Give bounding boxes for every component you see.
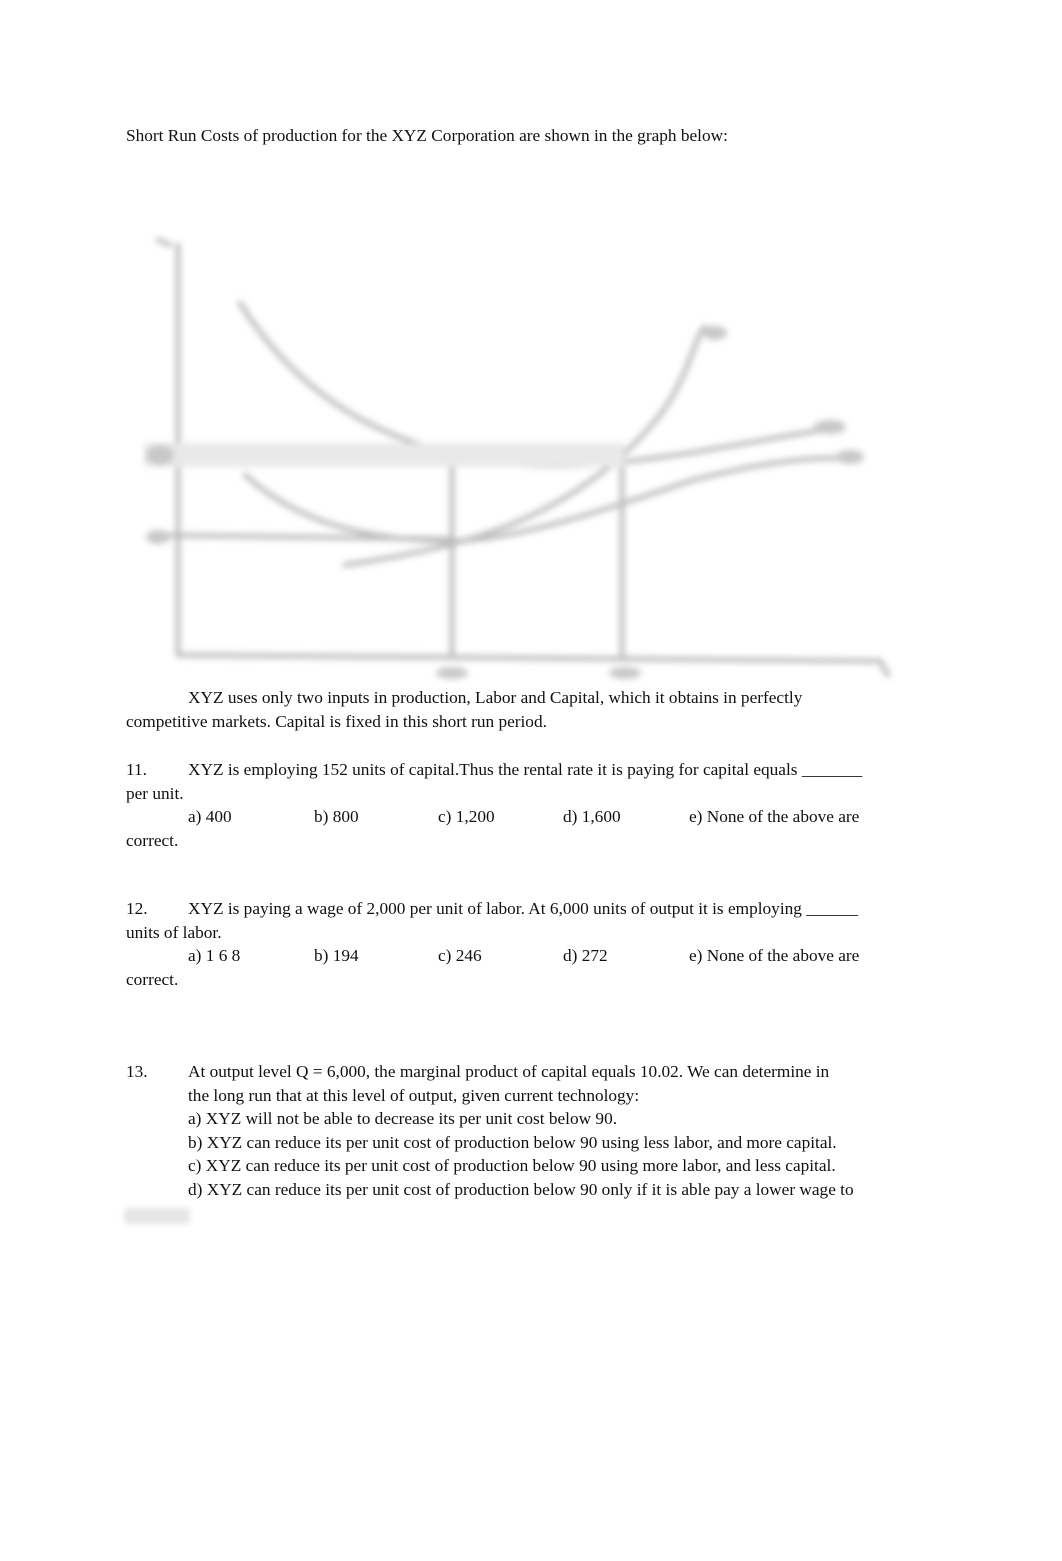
option-d[interactable]: d) 272 — [563, 944, 608, 968]
option-b[interactable]: b) XYZ can reduce its per unit cost of p… — [126, 1131, 936, 1155]
question-11: 11. XYZ is employing 152 units of capital… — [126, 758, 936, 852]
option-c[interactable]: c) XYZ can reduce its per unit cost of p… — [126, 1154, 936, 1178]
question-text-cont: units of labor. — [126, 922, 222, 942]
x-axis — [175, 652, 891, 678]
context-line-2: competitive markets. Capital is fixed in… — [126, 711, 547, 731]
question-13: 13. At output level Q = 6,000, the margin… — [126, 1060, 936, 1201]
mc-label — [703, 326, 727, 340]
y-axis-tip — [155, 237, 173, 248]
avc-label — [836, 450, 864, 464]
question-number: 11. — [126, 760, 147, 779]
option-c[interactable]: c) 1,200 — [438, 805, 495, 829]
y-label-lower — [146, 530, 170, 544]
question-text: XYZ is paying a wage of 2,000 per unit o… — [188, 899, 859, 918]
option-d[interactable]: d) XYZ can reduce its per unit cost of p… — [126, 1178, 936, 1202]
avc-curve — [242, 455, 861, 544]
horizontal-band — [144, 443, 624, 467]
question-text-cont: per unit. — [126, 783, 184, 803]
y-label-upper — [146, 445, 174, 465]
question-number: 13. — [126, 1062, 148, 1081]
question-text: XYZ is employing 152 units of capital.Th… — [188, 760, 863, 779]
x-label-2 — [609, 667, 641, 679]
question-12: 12. XYZ is paying a wage of 2,000 per uni… — [126, 897, 936, 991]
option-b[interactable]: b) 800 — [314, 805, 359, 829]
option-a[interactable]: a) XYZ will not be able to decrease its … — [126, 1107, 936, 1131]
cost-curves-graph — [144, 237, 891, 679]
question-text: At output level Q = 6,000, the marginal … — [188, 1062, 830, 1081]
option-d[interactable]: d) 1,600 — [563, 805, 621, 829]
question-number: 12. — [126, 899, 148, 918]
option-a[interactable]: a) 1 6 8 — [188, 944, 240, 968]
option-e[interactable]: e) None of the above are — [689, 944, 859, 968]
blurred-continuation-text — [124, 1208, 190, 1224]
option-e-cont: correct. — [126, 830, 179, 850]
avc-floor-line — [147, 532, 453, 542]
context-paragraph: XYZ uses only two inputs in production, … — [126, 686, 936, 733]
atc-label — [814, 420, 846, 434]
question-text-cont: the long run that at this level of outpu… — [188, 1085, 640, 1105]
context-line-1: XYZ uses only two inputs in production, … — [188, 688, 803, 707]
option-c[interactable]: c) 246 — [438, 944, 482, 968]
x-label-1 — [436, 667, 468, 679]
option-e[interactable]: e) None of the above are — [689, 805, 859, 829]
intro-text: Short Run Costs of production for the XY… — [126, 126, 728, 145]
option-b[interactable]: b) 194 — [314, 944, 359, 968]
option-a[interactable]: a) 400 — [188, 805, 232, 829]
atc-curve — [237, 300, 843, 469]
option-e-cont: correct. — [126, 969, 179, 989]
